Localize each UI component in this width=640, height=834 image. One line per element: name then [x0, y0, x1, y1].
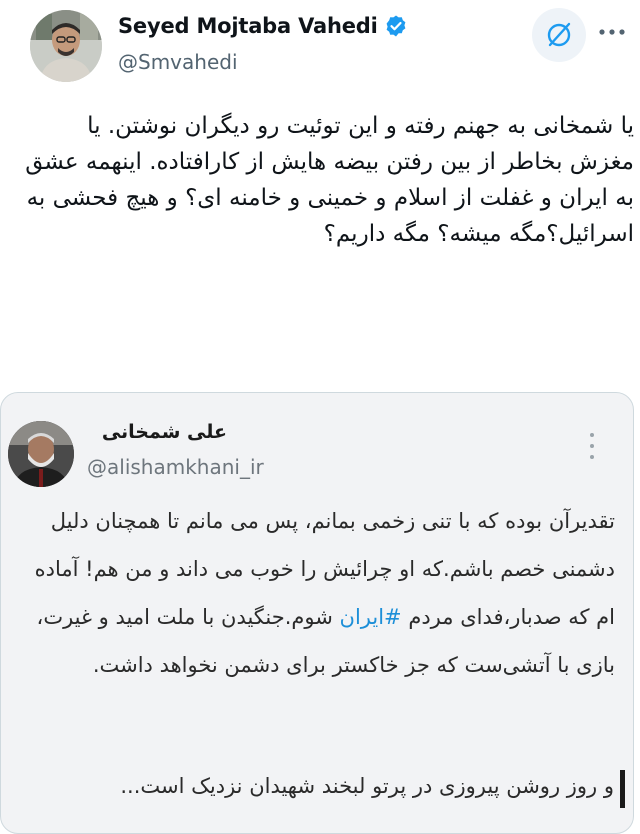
quoted-more-icon[interactable] — [587, 433, 597, 459]
grok-button[interactable] — [532, 8, 586, 62]
verified-badge-icon — [386, 15, 405, 37]
grok-icon — [547, 22, 571, 47]
quoted-author-avatar[interactable] — [8, 421, 74, 487]
more-horizontal-icon — [599, 29, 625, 35]
quoted-last-line: و روز روشن پیروزی در پرتو لبخند شهیدان ن… — [120, 774, 614, 798]
hashtag-link[interactable]: #ایران — [340, 605, 402, 629]
quoted-tweet-text: تقدیرآن بوده که با تنی زخمی بمانم، پس می… — [15, 497, 615, 689]
author-handle[interactable]: @Smvahedi — [118, 50, 238, 74]
tweet-text: یا شمخانی به جهنم رفته و این توئیت رو دی… — [25, 113, 634, 247]
quoted-author-name[interactable]: علی شمخانی — [87, 421, 227, 443]
avatar-photo-icon — [30, 10, 102, 82]
author-name-row: Seyed Mojtaba Vahedi — [118, 14, 408, 38]
quoted-avatar-photo-icon — [8, 421, 74, 487]
quoted-author-handle[interactable]: @alishamkhani_ir — [87, 455, 264, 479]
tweet-header: Seyed Mojtaba Vahedi @Smvahedi — [0, 0, 640, 96]
author-name[interactable]: Seyed Mojtaba Vahedi — [118, 14, 378, 38]
more-options-button[interactable] — [596, 20, 628, 44]
author-avatar[interactable] — [30, 10, 102, 82]
text-cursor-bar — [620, 770, 625, 808]
